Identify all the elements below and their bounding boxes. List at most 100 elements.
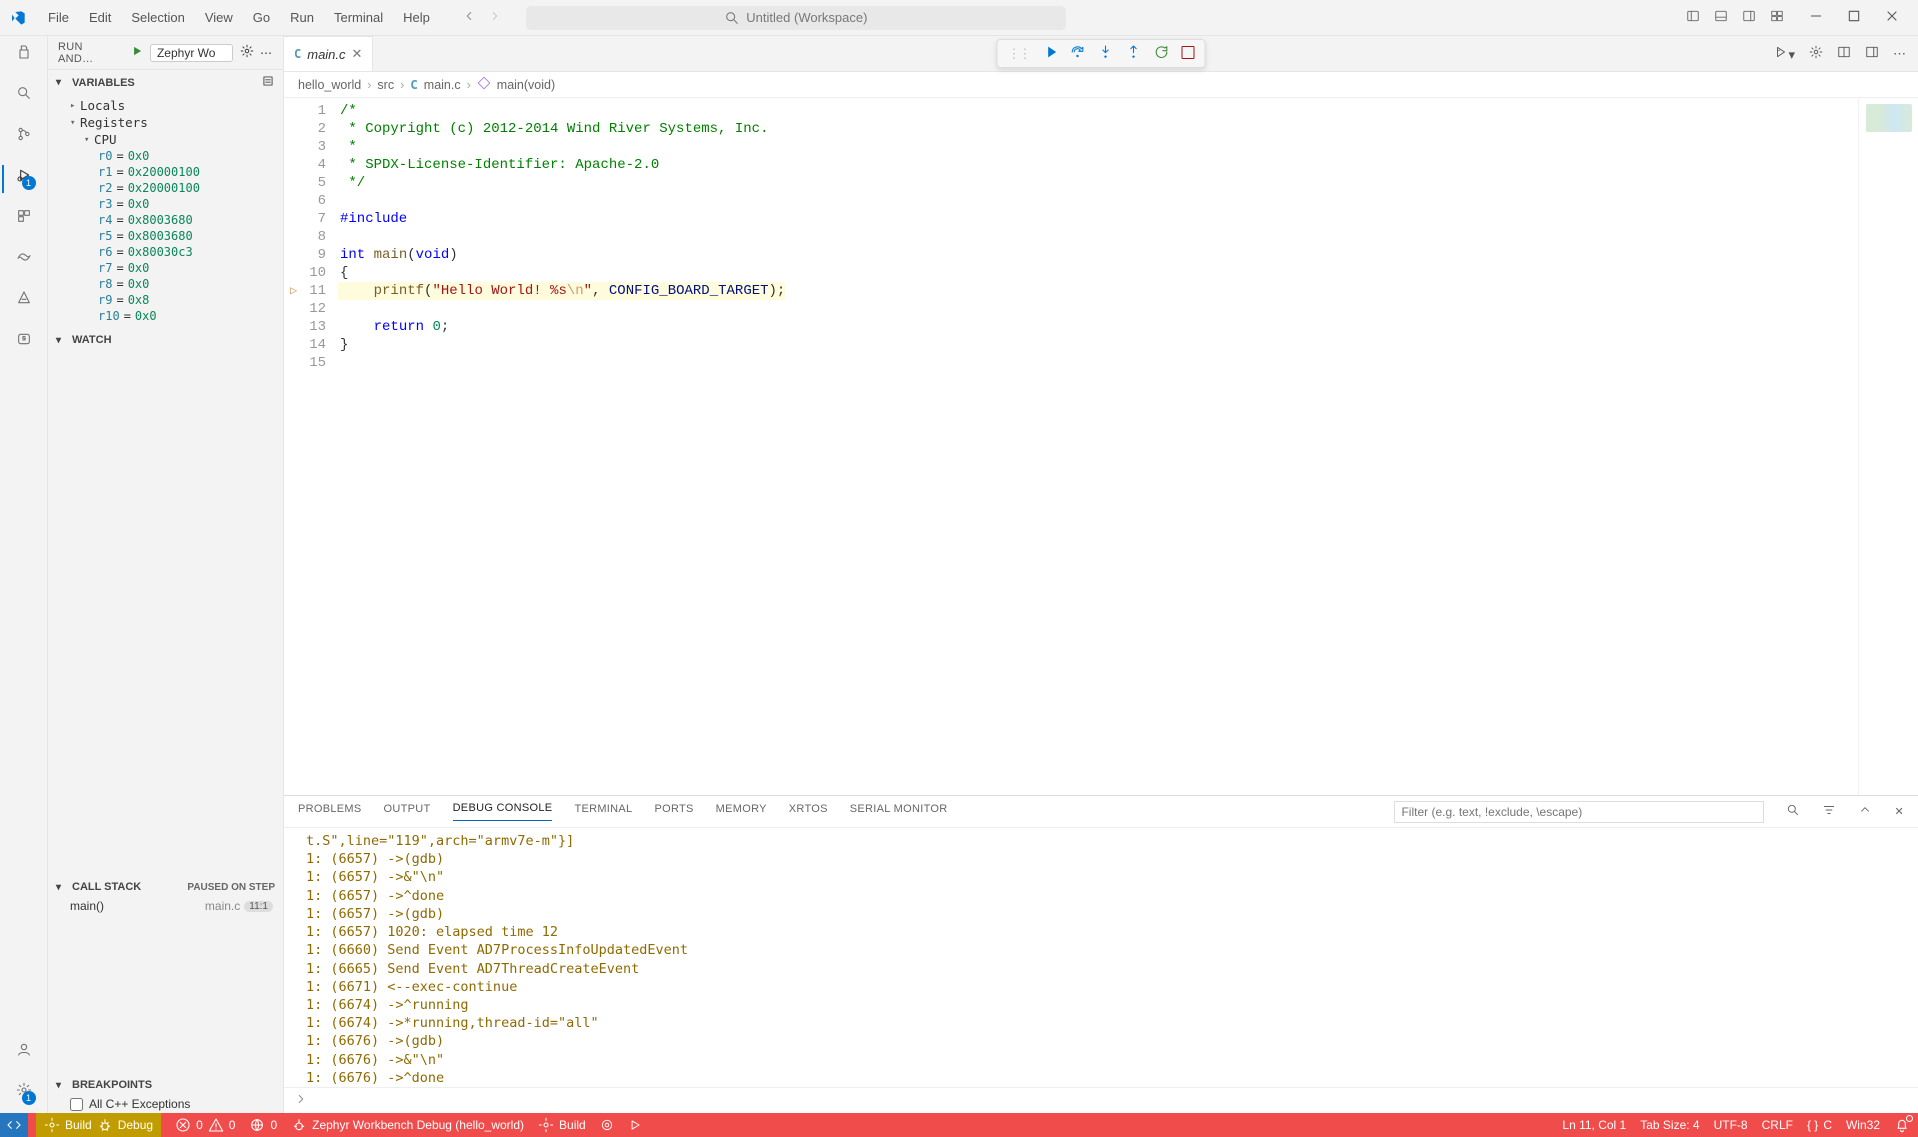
menu-selection[interactable]: Selection <box>123 6 192 29</box>
status-encoding[interactable]: UTF-8 <box>1714 1118 1748 1132</box>
status-debug-target[interactable]: Zephyr Workbench Debug (hello_world) <box>291 1117 524 1133</box>
section-breakpoints[interactable]: ▾BREAKPOINTS <box>48 1075 283 1095</box>
panel-tab-serial-monitor[interactable]: SERIAL MONITOR <box>850 803 948 821</box>
debug-toolbar[interactable]: ⋮⋮ <box>997 39 1206 68</box>
restart-icon[interactable] <box>1154 44 1170 63</box>
status-notifications-icon[interactable] <box>1894 1117 1910 1133</box>
start-debug-icon[interactable] <box>130 44 144 61</box>
explorer-icon[interactable] <box>16 44 32 63</box>
register-row[interactable]: r6=0x80030c3 <box>48 244 283 260</box>
menu-terminal[interactable]: Terminal <box>326 6 391 29</box>
layout-sidebar-right-icon[interactable] <box>1742 9 1756 26</box>
command-center[interactable]: Untitled (Workspace) <box>526 6 1066 30</box>
locals-node[interactable]: ▸ Locals <box>48 97 283 114</box>
bp-all-cpp[interactable]: All C++ Exceptions <box>48 1095 283 1113</box>
step-into-icon[interactable] <box>1098 44 1114 63</box>
more-icon[interactable]: ⋯ <box>260 46 273 60</box>
register-row[interactable]: r0=0x0 <box>48 148 283 164</box>
register-row[interactable]: r2=0x20000100 <box>48 180 283 196</box>
status-os[interactable]: Win32 <box>1846 1118 1880 1132</box>
status-ports[interactable]: 0 <box>249 1117 277 1133</box>
panel-tab-debug-console[interactable]: DEBUG CONSOLE <box>453 802 553 821</box>
section-variables[interactable]: ▾VARIABLES <box>48 70 283 95</box>
register-row[interactable]: r8=0x0 <box>48 276 283 292</box>
section-watch[interactable]: ▾WATCH <box>48 330 283 350</box>
status-build[interactable]: Build <box>44 1117 92 1133</box>
status-cursor[interactable]: Ln 11, Col 1 <box>1562 1118 1626 1132</box>
extensions-icon[interactable] <box>16 208 32 227</box>
section-callstack[interactable]: ▾CALL STACK Paused on step <box>48 877 283 897</box>
search-icon[interactable] <box>16 85 32 104</box>
panel-tab-terminal[interactable]: TERMINAL <box>574 803 632 821</box>
menu-help[interactable]: Help <box>395 6 438 29</box>
nav-back-icon[interactable] <box>462 9 476 26</box>
menu-run[interactable]: Run <box>282 6 322 29</box>
run-debug-icon[interactable]: 1 <box>16 167 32 186</box>
launch-config-select[interactable]: Zephyr Wo <box>150 44 233 62</box>
register-row[interactable]: r10=0x0 <box>48 308 283 324</box>
split-editor-icon[interactable] <box>1837 45 1851 62</box>
drag-handle-icon[interactable]: ⋮⋮ <box>1008 46 1030 62</box>
menu-file[interactable]: File <box>40 6 77 29</box>
tool-s-icon[interactable] <box>16 331 32 350</box>
zephyr-icon[interactable] <box>16 249 32 268</box>
panel-tab-problems[interactable]: PROBLEMS <box>298 803 362 821</box>
status-target-icon[interactable] <box>600 1118 614 1132</box>
gear-icon[interactable] <box>1809 45 1823 62</box>
step-over-icon[interactable] <box>1070 44 1086 63</box>
panel-tab-ports[interactable]: PORTS <box>654 803 693 821</box>
nav-forward-icon[interactable] <box>488 9 502 26</box>
tab-close-icon[interactable]: ✕ <box>352 46 363 62</box>
minimap[interactable] <box>1858 98 1918 795</box>
collapse-icon[interactable] <box>261 74 275 91</box>
accounts-icon[interactable] <box>16 1041 32 1060</box>
status-eol[interactable]: CRLF <box>1762 1118 1793 1132</box>
debug-console-input[interactable] <box>284 1087 1918 1113</box>
gear-icon[interactable] <box>240 44 254 61</box>
menu-view[interactable]: View <box>197 6 241 29</box>
status-build2[interactable]: Build <box>538 1117 586 1133</box>
bp-checkbox[interactable] <box>70 1098 83 1111</box>
panel-search-icon[interactable] <box>1786 803 1800 820</box>
registers-node[interactable]: ▾ Registers <box>48 114 283 131</box>
register-row[interactable]: r3=0x0 <box>48 196 283 212</box>
continue-icon[interactable] <box>1042 44 1058 63</box>
more-actions-icon[interactable]: ⋯ <box>1893 46 1906 62</box>
panel-tab-memory[interactable]: MEMORY <box>716 803 767 821</box>
window-close-icon[interactable] <box>1884 8 1900 27</box>
layout-panel-icon[interactable] <box>1714 9 1728 26</box>
register-row[interactable]: r5=0x8003680 <box>48 228 283 244</box>
panel-tab-output[interactable]: OUTPUT <box>384 803 431 821</box>
step-out-icon[interactable] <box>1126 44 1142 63</box>
panel-collapse-icon[interactable] <box>1858 803 1872 820</box>
panel-tab-xrtos[interactable]: XRTOS <box>789 803 828 821</box>
panel-filter-icon[interactable] <box>1822 803 1836 820</box>
register-row[interactable]: r7=0x0 <box>48 260 283 276</box>
stop-icon[interactable] <box>1182 46 1195 62</box>
panel-close-icon[interactable]: ✕ <box>1894 805 1904 818</box>
window-maximize-icon[interactable] <box>1846 8 1862 27</box>
run-dropdown-icon[interactable]: ▾ <box>1774 45 1795 63</box>
breadcrumbs[interactable]: hello_world› src› C main.c› main(void) <box>284 72 1918 98</box>
debug-console-output[interactable]: t.S",line="119",arch="armv7e-m"}]1: (665… <box>284 828 1918 1087</box>
status-debug[interactable]: Debug <box>97 1117 153 1133</box>
cpu-node[interactable]: ▾ CPU <box>48 131 283 148</box>
tab-main-c[interactable]: C main.c ✕ <box>284 36 373 71</box>
settings-gear-icon[interactable]: 1 <box>16 1082 32 1101</box>
callstack-frame[interactable]: main() main.c 11:1 <box>48 897 283 915</box>
console-filter-input[interactable] <box>1394 801 1764 823</box>
register-row[interactable]: r1=0x20000100 <box>48 164 283 180</box>
layout-sidebar-left-icon[interactable] <box>1686 9 1700 26</box>
code-editor[interactable]: 1234567891011▷12131415 /* * Copyright (c… <box>284 98 1918 795</box>
tool-a-icon[interactable] <box>16 290 32 309</box>
open-aside-icon[interactable] <box>1865 45 1879 62</box>
source-control-icon[interactable] <box>16 126 32 145</box>
window-minimize-icon[interactable] <box>1808 8 1824 27</box>
status-lang[interactable]: { } C <box>1807 1118 1832 1132</box>
menu-edit[interactable]: Edit <box>81 6 119 29</box>
remote-indicator[interactable] <box>0 1113 28 1137</box>
status-run-icon[interactable] <box>628 1118 642 1132</box>
register-row[interactable]: r4=0x8003680 <box>48 212 283 228</box>
layout-customize-icon[interactable] <box>1770 9 1784 26</box>
menu-go[interactable]: Go <box>245 6 278 29</box>
